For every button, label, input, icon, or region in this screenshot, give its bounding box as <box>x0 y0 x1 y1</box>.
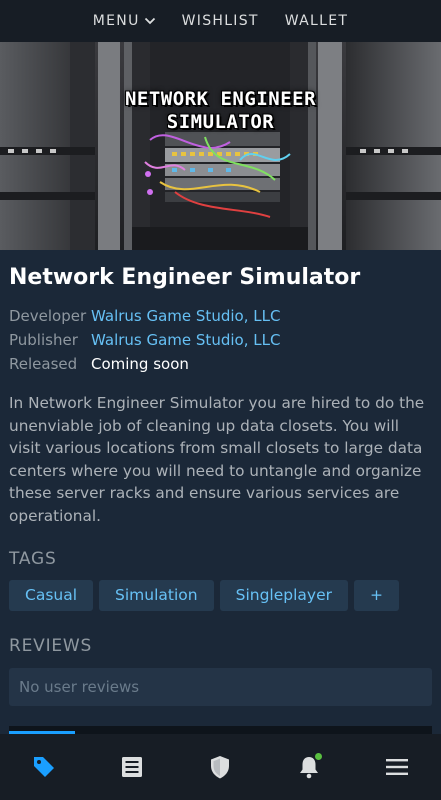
hero-title-line-1: NETWORK ENGINEER <box>124 88 317 110</box>
reviews-heading: REVIEWS <box>9 636 93 656</box>
game-metadata: Developer Walrus Game Studio, LLC Publis… <box>9 304 433 376</box>
tag-singleplayer[interactable]: Singleplayer <box>219 580 348 611</box>
game-header-image[interactable]: NETWORK ENGINEER SIMULATOR <box>0 42 441 250</box>
library-icon <box>122 757 143 777</box>
publisher-row: Publisher Walrus Game Studio, LLC <box>9 328 433 352</box>
top-navigation: MENU WISHLIST WALLET <box>0 0 441 42</box>
publisher-label: Publisher <box>9 331 78 349</box>
tags-heading: TAGS <box>9 549 57 569</box>
reviews-empty-state: No user reviews <box>9 668 432 706</box>
release-date: Coming soon <box>91 355 189 373</box>
more-tags-button[interactable]: + <box>354 580 399 611</box>
released-label: Released <box>9 355 78 373</box>
game-details: Network Engineer Simulator Developer Wal… <box>9 262 433 527</box>
store-tag-icon <box>34 757 55 777</box>
notifications-tab[interactable] <box>279 734 339 800</box>
shield-icon <box>211 756 230 779</box>
developer-label: Developer <box>9 307 87 325</box>
wallet-link[interactable]: WALLET <box>285 13 348 29</box>
publisher-link[interactable]: Walrus Game Studio, LLC <box>91 328 280 352</box>
menu-button[interactable]: MENU <box>93 13 156 29</box>
hamburger-menu-icon <box>385 759 408 775</box>
notification-dot <box>313 752 323 761</box>
game-title: Network Engineer Simulator <box>9 265 361 290</box>
store-tab[interactable] <box>14 734 74 800</box>
developer-row: Developer Walrus Game Studio, LLC <box>9 304 433 328</box>
tag-list: Casual Simulation Singleplayer + <box>9 580 399 611</box>
game-description: In Network Engineer Simulator you are hi… <box>9 394 425 525</box>
tag-casual[interactable]: Casual <box>9 580 94 611</box>
developer-link[interactable]: Walrus Game Studio, LLC <box>91 304 280 328</box>
bottom-navigation <box>0 734 441 800</box>
release-row: Released Coming soon <box>9 352 433 376</box>
library-tab[interactable] <box>102 734 162 800</box>
wishlist-link[interactable]: WISHLIST <box>182 13 259 29</box>
tag-simulation[interactable]: Simulation <box>99 580 214 611</box>
hero-title-line-2: SIMULATOR <box>166 111 275 133</box>
guard-tab[interactable] <box>190 734 250 800</box>
server-rack-artwork <box>0 42 441 250</box>
main-menu-tab[interactable] <box>367 734 427 800</box>
menu-label: MENU <box>92 13 140 29</box>
chevron-down-icon <box>144 17 155 25</box>
